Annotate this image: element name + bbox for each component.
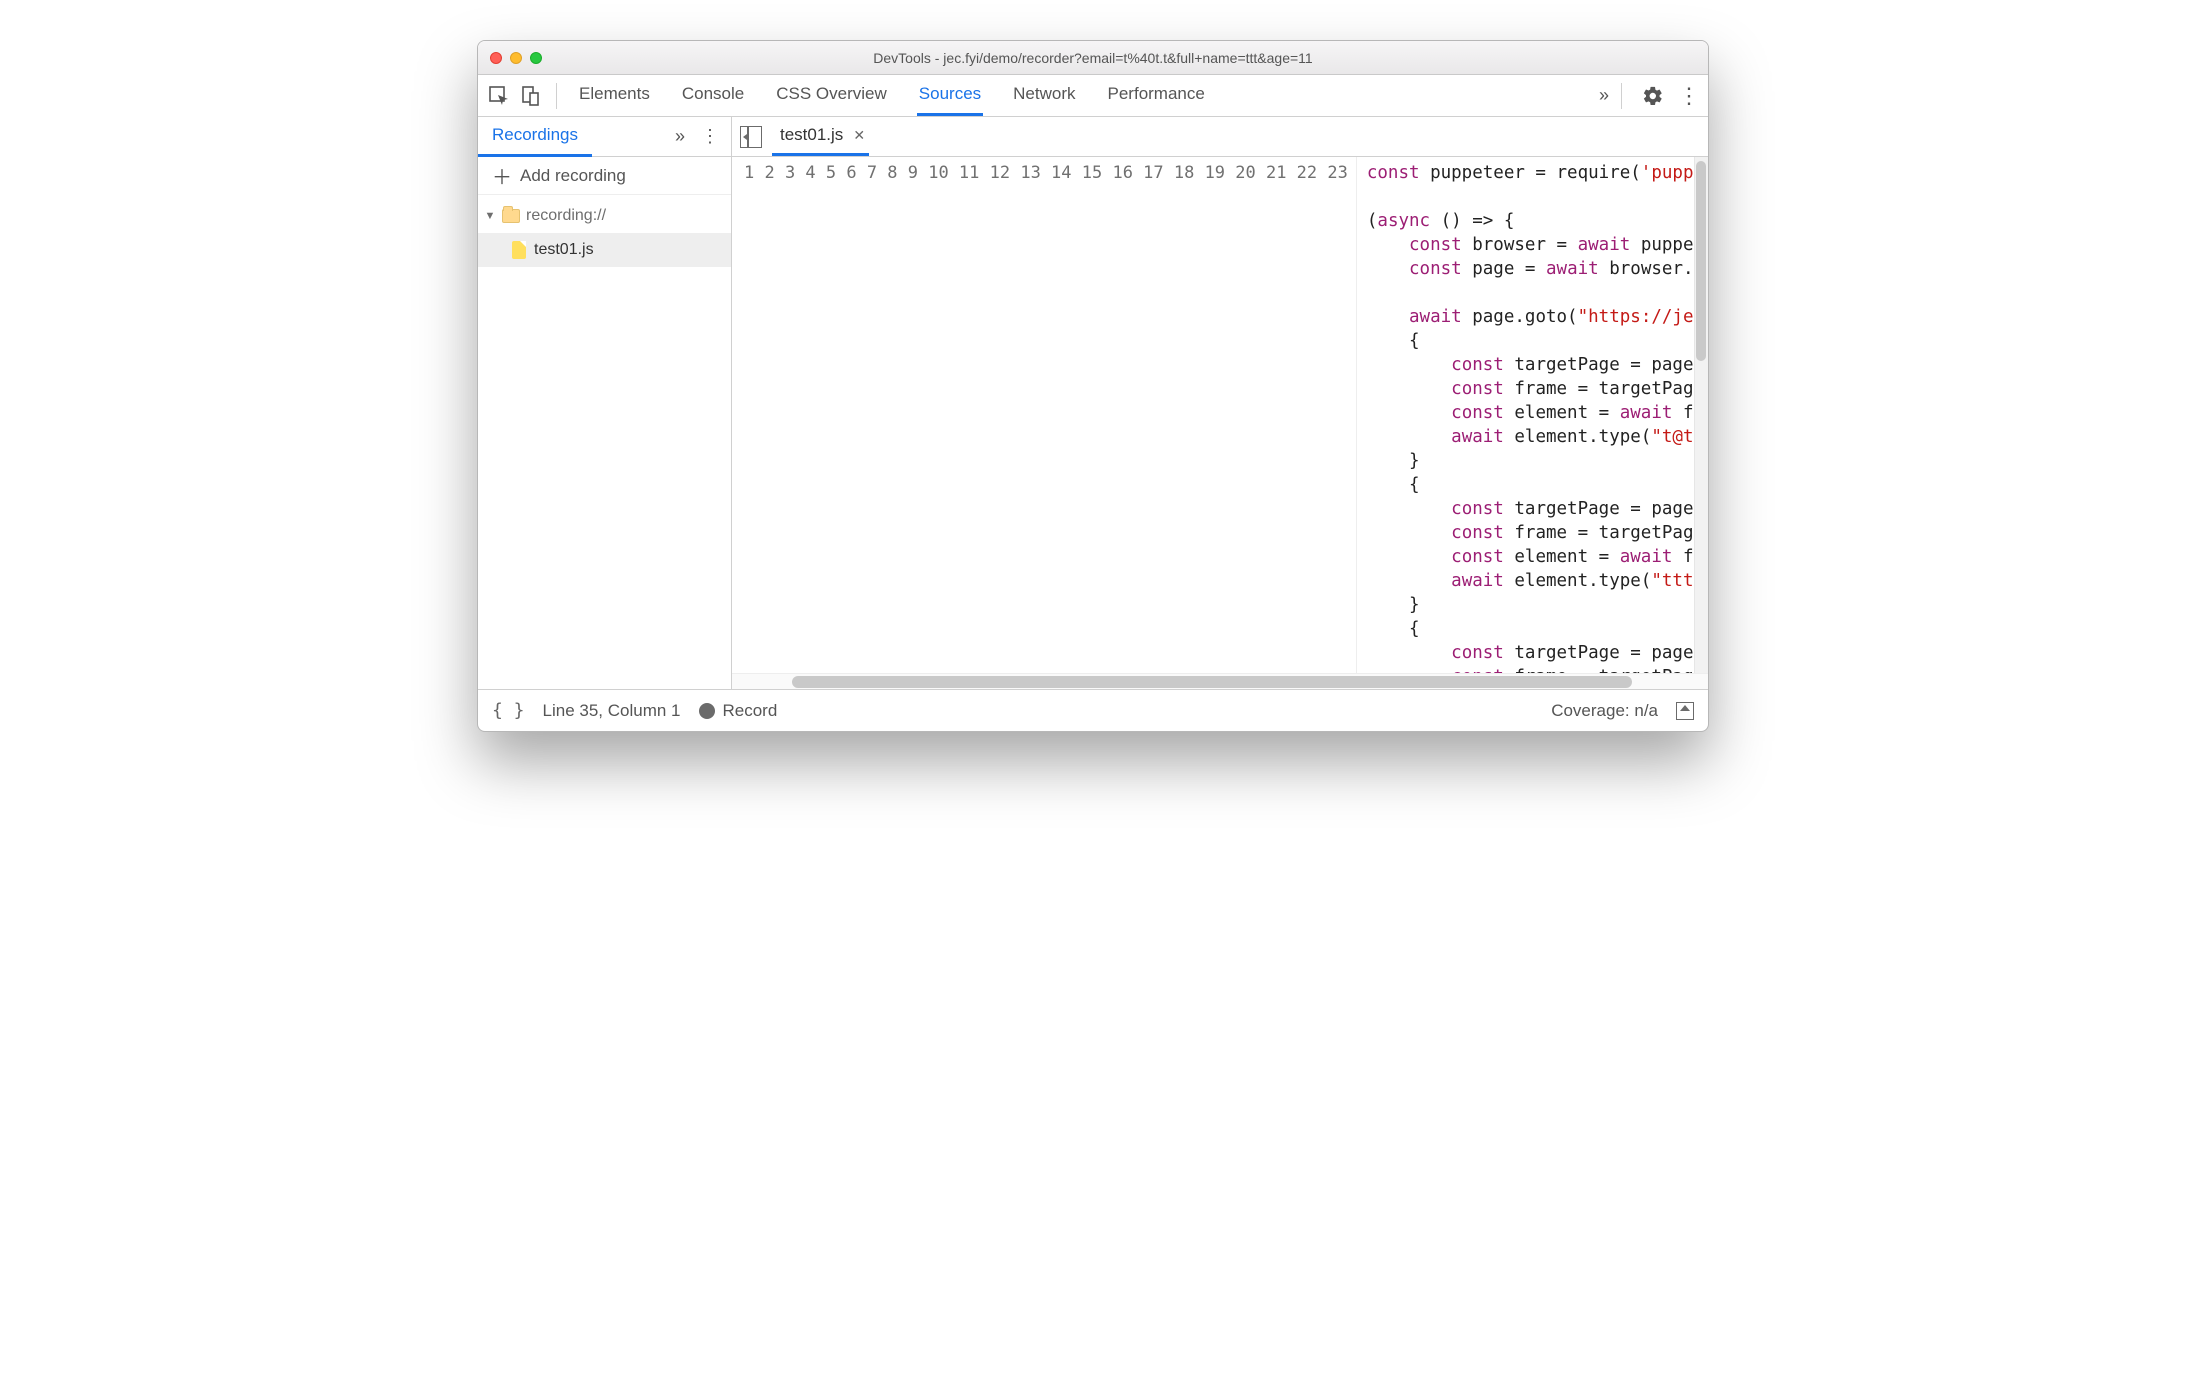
editor: test01.js ✕ 1 2 3 4 5 6 7 8 9 10 11 12 1… (732, 117, 1708, 689)
coverage-status: Coverage: n/a (1551, 701, 1658, 721)
sidebar-tabs: Recordings » ⋮ (478, 117, 731, 157)
main-tab-performance[interactable]: Performance (1106, 76, 1207, 116)
window-title: DevTools - jec.fyi/demo/recorder?email=t… (478, 50, 1708, 66)
tree-folder-recording[interactable]: ▼ recording:// (478, 199, 731, 233)
sidebar-more-icon[interactable]: ⋮ (693, 126, 727, 147)
code-content[interactable]: const puppeteer = require('puppeteer'); … (1357, 157, 1708, 673)
editor-tabs: test01.js ✕ (732, 117, 1708, 157)
devtools-window: DevTools - jec.fyi/demo/recorder?email=t… (477, 40, 1709, 732)
tabs-overflow-button[interactable]: » (1599, 85, 1609, 106)
divider (556, 83, 557, 109)
main-tab-css-overview[interactable]: CSS Overview (774, 76, 889, 116)
toolbar-right: ⋮ (1615, 83, 1700, 109)
add-recording-button[interactable]: ＋ Add recording (478, 157, 731, 195)
vertical-scrollbar[interactable] (1694, 157, 1708, 673)
body: Recordings » ⋮ ＋ Add recording ▼ recordi… (478, 117, 1708, 689)
js-file-icon (512, 241, 526, 259)
line-gutter: 1 2 3 4 5 6 7 8 9 10 11 12 13 14 15 16 1… (732, 157, 1357, 673)
file-tab-label: test01.js (780, 125, 843, 145)
pretty-print-icon[interactable]: { } (492, 700, 525, 721)
recording-tree: ▼ recording:// test01.js (478, 195, 731, 267)
device-toggle-icon[interactable] (518, 83, 544, 109)
file-label: test01.js (534, 241, 594, 259)
main-tab-elements[interactable]: Elements (577, 76, 652, 116)
titlebar: DevTools - jec.fyi/demo/recorder?email=t… (478, 41, 1708, 75)
sidebar: Recordings » ⋮ ＋ Add recording ▼ recordi… (478, 117, 732, 689)
main-tabs: Elements Console CSS Overview Sources Networ… (577, 76, 1593, 116)
code-editor[interactable]: 1 2 3 4 5 6 7 8 9 10 11 12 13 14 15 16 1… (732, 157, 1708, 673)
main-toolbar: Elements Console CSS Overview Sources Networ… (478, 75, 1708, 117)
footer-collapse-icon[interactable] (1676, 702, 1694, 720)
folder-label: recording:// (526, 207, 606, 225)
file-tab-test01[interactable]: test01.js ✕ (772, 117, 869, 156)
navigator-toggle-icon[interactable] (740, 126, 762, 148)
record-label: Record (723, 701, 778, 721)
main-tab-console[interactable]: Console (680, 76, 746, 116)
sidebar-overflow-button[interactable]: » (667, 126, 693, 147)
main-tab-network[interactable]: Network (1011, 76, 1077, 116)
close-tab-icon[interactable]: ✕ (853, 127, 865, 144)
horizontal-scrollbar[interactable] (732, 673, 1708, 689)
chevron-down-icon: ▼ (484, 210, 496, 222)
status-bar: { } Line 35, Column 1 Record Coverage: n… (478, 689, 1708, 731)
sidebar-tab-recordings[interactable]: Recordings (478, 117, 592, 157)
cursor-position: Line 35, Column 1 (543, 701, 681, 721)
main-tab-sources[interactable]: Sources (917, 76, 983, 116)
folder-icon (502, 209, 520, 223)
record-dot-icon (699, 703, 715, 719)
settings-icon[interactable] (1642, 85, 1664, 107)
plus-icon: ＋ (492, 161, 512, 190)
tree-file-test01[interactable]: test01.js (478, 233, 731, 267)
add-recording-label: Add recording (520, 166, 626, 186)
divider (1621, 83, 1622, 109)
record-button[interactable]: Record (699, 701, 778, 721)
inspect-element-icon[interactable] (486, 83, 512, 109)
